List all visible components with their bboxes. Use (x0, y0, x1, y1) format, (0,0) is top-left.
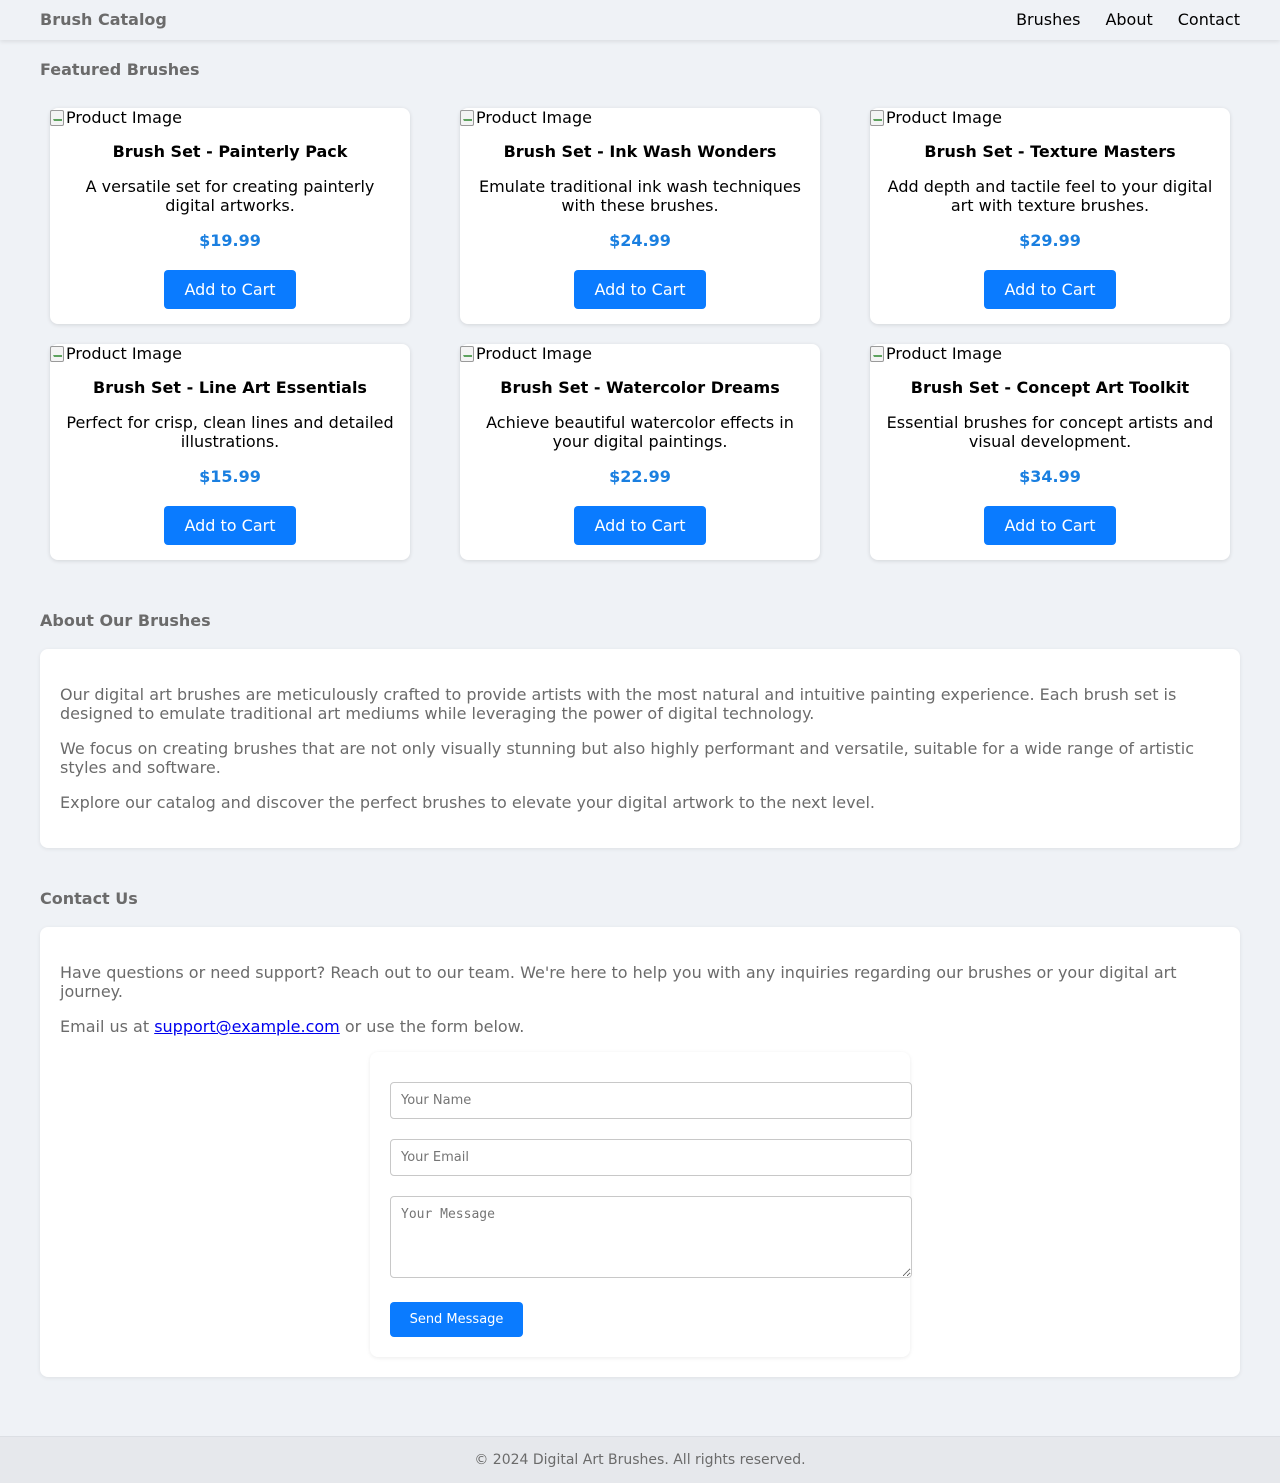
broken-image-icon (50, 109, 64, 126)
product-card: Product Image Brush Set - Ink Wash Wonde… (460, 108, 820, 324)
email-field[interactable] (390, 1139, 912, 1176)
add-to-cart-button[interactable]: Add to Cart (574, 506, 706, 545)
product-card: Product Image Brush Set - Texture Master… (870, 108, 1230, 324)
product-price: $19.99 (199, 231, 261, 250)
product-price: $29.99 (1019, 231, 1081, 250)
product-price: $24.99 (609, 231, 671, 250)
product-image-alt: Product Image (66, 344, 182, 363)
about-paragraph: Explore our catalog and discover the per… (60, 793, 875, 812)
contact-section-title: Contact Us (40, 889, 138, 908)
product-image: Product Image (460, 108, 592, 127)
product-title: Brush Set - Concept Art Toolkit (910, 378, 1190, 397)
about-section-title: About Our Brushes (40, 611, 211, 630)
product-description: Perfect for crisp, clean lines and detai… (66, 413, 394, 451)
main-content: Featured Brushes Product Image Brush Set… (20, 40, 1260, 1436)
brand-logo-text[interactable]: Brush Catalog (40, 10, 167, 29)
product-title: Brush Set - Texture Masters (924, 142, 1176, 161)
product-image-alt: Product Image (476, 344, 592, 363)
nav-link-brushes[interactable]: Brushes (1016, 10, 1080, 29)
about-paragraph: Our digital art brushes are meticulously… (60, 685, 1177, 723)
nav-link-contact[interactable]: Contact (1178, 10, 1240, 29)
broken-image-icon (460, 345, 474, 362)
add-to-cart-button[interactable]: Add to Cart (574, 270, 706, 309)
product-image: Product Image (870, 344, 1002, 363)
product-description: Achieve beautiful watercolor effects in … (486, 413, 794, 451)
add-to-cart-button[interactable]: Add to Cart (984, 270, 1116, 309)
product-image-alt: Product Image (886, 108, 1002, 127)
about-panel: Our digital art brushes are meticulously… (40, 649, 1240, 848)
contact-email-line: Email us at support@example.com or use t… (60, 1017, 1220, 1036)
main-nav: Brushes About Contact (1016, 10, 1240, 29)
product-image: Product Image (50, 344, 182, 363)
email-suffix-text: or use the form below. (339, 1017, 525, 1036)
broken-image-icon (870, 109, 884, 126)
broken-image-icon (870, 345, 884, 362)
about-paragraph: We focus on creating brushes that are no… (60, 739, 1195, 777)
send-message-button[interactable]: Send Message (390, 1302, 523, 1337)
message-field[interactable] (390, 1196, 912, 1278)
product-image: Product Image (460, 344, 592, 363)
add-to-cart-button[interactable]: Add to Cart (164, 506, 296, 545)
featured-section-title: Featured Brushes (40, 60, 200, 79)
copyright-text: © 2024 Digital Art Brushes. All rights r… (474, 1452, 806, 1468)
site-header: Brush Catalog Brushes About Contact (0, 0, 1280, 40)
product-title: Brush Set - Watercolor Dreams (500, 378, 780, 397)
broken-image-icon (460, 109, 474, 126)
contact-intro: Have questions or need support? Reach ou… (60, 963, 1177, 1001)
name-field[interactable] (390, 1082, 912, 1119)
product-title: Brush Set - Painterly Pack (112, 142, 348, 161)
contact-panel: Have questions or need support? Reach ou… (40, 927, 1240, 1377)
email-prefix-text: Email us at (60, 1017, 155, 1036)
product-title: Brush Set - Ink Wash Wonders (503, 142, 777, 161)
product-card: Product Image Brush Set - Line Art Essen… (50, 344, 410, 560)
product-image: Product Image (50, 108, 182, 127)
site-footer: © 2024 Digital Art Brushes. All rights r… (0, 1436, 1280, 1483)
add-to-cart-button[interactable]: Add to Cart (164, 270, 296, 309)
product-description: Emulate traditional ink wash techniques … (478, 177, 802, 215)
product-price: $34.99 (1019, 467, 1081, 486)
product-title: Brush Set - Line Art Essentials (93, 378, 367, 397)
support-email-link[interactable]: support@example.com (154, 1017, 340, 1036)
nav-link-about[interactable]: About (1105, 10, 1152, 29)
product-image: Product Image (870, 108, 1002, 127)
product-description: Add depth and tactile feel to your digit… (887, 177, 1213, 215)
product-card: Product Image Brush Set - Painterly Pack… (50, 108, 410, 324)
product-card: Product Image Brush Set - Watercolor Dre… (460, 344, 820, 560)
product-price: $22.99 (609, 467, 671, 486)
contact-form: Send Message (370, 1052, 912, 1357)
add-to-cart-button[interactable]: Add to Cart (984, 506, 1116, 545)
product-image-alt: Product Image (886, 344, 1002, 363)
product-card: Product Image Brush Set - Concept Art To… (870, 344, 1230, 560)
product-price: $15.99 (199, 467, 261, 486)
product-image-alt: Product Image (66, 108, 182, 127)
product-description: Essential brushes for concept artists an… (886, 413, 1214, 451)
product-description: A versatile set for creating painterly d… (85, 177, 375, 215)
product-image-alt: Product Image (476, 108, 592, 127)
broken-image-icon (50, 345, 64, 362)
